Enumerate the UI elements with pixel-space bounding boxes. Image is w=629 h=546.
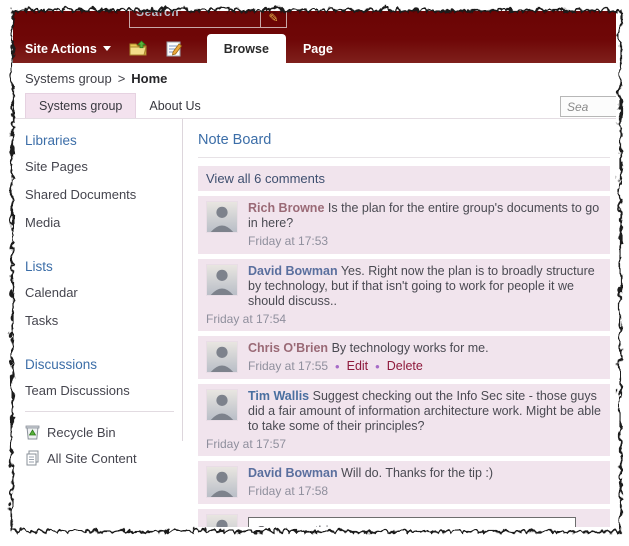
all-site-content-link[interactable]: All Site Content	[25, 450, 174, 466]
site-actions-label: Site Actions	[25, 41, 97, 56]
sidebar-heading-lists[interactable]: Lists	[25, 259, 174, 274]
sidebar-heading-discussions[interactable]: Discussions	[25, 357, 174, 372]
sidebar-item-team-discussions[interactable]: Team Discussions	[25, 383, 174, 398]
bullet-separator: •	[375, 358, 380, 374]
ribbon-search[interactable]: Search ✎	[129, 11, 287, 28]
app-window: Search ✎ Site Actions Browse Page System…	[13, 11, 616, 527]
sidebar-item-site-pages[interactable]: Site Pages	[25, 159, 174, 174]
delete-comment-link[interactable]: Delete	[387, 359, 423, 374]
say-something-input[interactable]	[248, 517, 576, 527]
comment-text: Will do. Thanks for the tip :)	[341, 466, 494, 480]
breadcrumb: Systems group > Home	[13, 63, 616, 93]
recycle-bin-link[interactable]: Recycle Bin	[25, 424, 174, 440]
comment-author-link[interactable]: Tim Wallis	[248, 389, 309, 403]
avatar[interactable]	[206, 201, 238, 233]
title-divider	[198, 157, 610, 158]
ribbon-tab-page[interactable]: Page	[286, 34, 350, 63]
avatar[interactable]	[206, 264, 238, 296]
all-site-content-icon	[26, 450, 39, 466]
sidebar-tools: Recycle Bin All Site Content	[25, 411, 174, 466]
comment-author-link[interactable]: David Bowman	[248, 264, 338, 278]
main-content: Note Board View all 6 comments Rich Brow…	[183, 119, 616, 527]
page-body: Libraries Site Pages Shared Documents Me…	[13, 119, 616, 527]
comment-author-link[interactable]: David Bowman	[248, 466, 338, 480]
comment-item: Tim Wallis Suggest checking out the Info…	[198, 384, 610, 456]
edit-page-icon	[166, 41, 182, 56]
avatar[interactable]	[206, 389, 238, 421]
chevron-down-icon	[102, 46, 111, 51]
quick-launch-sidebar: Libraries Site Pages Shared Documents Me…	[13, 119, 183, 466]
edit-comment-link[interactable]: Edit	[347, 359, 369, 374]
screenshot-page: Search ✎ Site Actions Browse Page System…	[0, 0, 629, 546]
tab-about-us[interactable]: About Us	[136, 93, 213, 118]
sidebar-heading-libraries[interactable]: Libraries	[25, 133, 174, 148]
bullet-separator: •	[335, 358, 340, 374]
noteboard-title: Note Board	[198, 132, 272, 148]
avatar[interactable]	[206, 466, 238, 498]
sidebar-item-shared-documents[interactable]: Shared Documents	[25, 187, 174, 202]
recycle-bin-label: Recycle Bin	[47, 424, 116, 440]
recycle-bin-icon	[25, 425, 40, 440]
site-actions-menu[interactable]: Site Actions	[13, 34, 121, 63]
tab-systems-group[interactable]: Systems group	[25, 93, 137, 118]
comment-timestamp: Friday at 17:53	[248, 234, 329, 248]
new-comment-row	[198, 509, 610, 527]
folder-up-icon	[129, 40, 147, 56]
ribbon-row: Site Actions Browse Page	[13, 34, 616, 63]
comment-item: Chris O'Brien By technology works for me…	[198, 336, 610, 379]
ribbon-search-input[interactable]: Search	[129, 11, 261, 28]
site-tab-strip: Systems group About Us Sea	[13, 93, 616, 119]
view-all-comments-link[interactable]: View all 6 comments	[198, 166, 610, 191]
search-go-icon[interactable]: ✎	[261, 11, 287, 28]
comment-timestamp: Friday at 17:58	[248, 484, 329, 498]
breadcrumb-site-link[interactable]: Systems group	[25, 71, 112, 86]
comment-author-link[interactable]: Rich Browne	[248, 201, 324, 215]
sidebar-item-calendar[interactable]: Calendar	[25, 285, 174, 300]
sidebar-item-tasks[interactable]: Tasks	[25, 313, 174, 328]
comment-author-link[interactable]: Chris O'Brien	[248, 341, 328, 355]
sidebar-item-media[interactable]: Media	[25, 215, 174, 230]
avatar[interactable]	[206, 514, 238, 527]
comment-item: David Bowman Yes. Right now the plan is …	[198, 259, 610, 331]
comment-text: By technology works for me.	[331, 341, 489, 355]
navigate-up-button[interactable]	[121, 34, 157, 63]
breadcrumb-current: Home	[131, 70, 168, 86]
avatar[interactable]	[206, 341, 238, 373]
comment-timestamp: Friday at 17:55	[248, 359, 329, 373]
comment-item: Rich Browne Is the plan for the entire g…	[198, 196, 610, 254]
all-site-content-label: All Site Content	[47, 450, 137, 466]
ribbon-tab-browse[interactable]: Browse	[206, 34, 286, 63]
comment-timestamp: Friday at 17:54	[206, 312, 287, 326]
site-search-input[interactable]: Sea	[560, 96, 616, 117]
comment-timestamp: Friday at 17:57	[206, 437, 287, 451]
ribbon-bar: Search ✎ Site Actions Browse Page	[13, 11, 616, 63]
breadcrumb-separator: >	[117, 70, 126, 86]
edit-page-button[interactable]	[157, 34, 191, 63]
comment-item: David Bowman Will do. Thanks for the tip…	[198, 461, 610, 504]
